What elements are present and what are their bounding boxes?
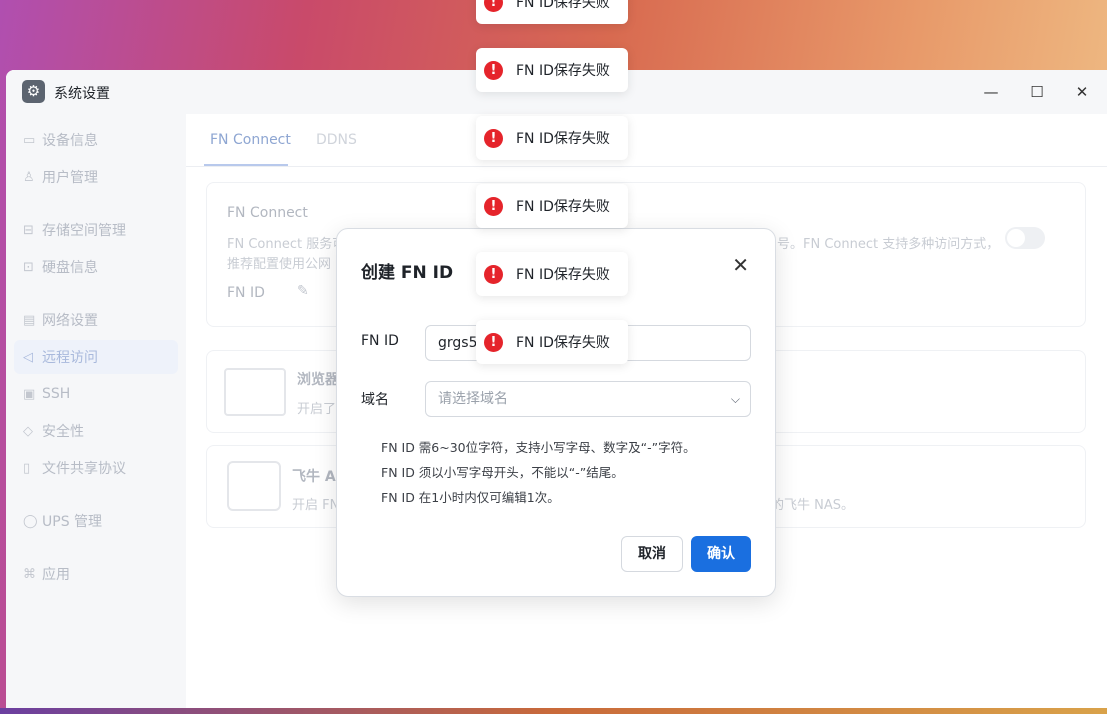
error-icon: ! bbox=[484, 128, 503, 148]
domain-select[interactable]: 请选择域名 ⌵ bbox=[425, 381, 751, 417]
toast-message: FN ID保存失败 bbox=[516, 131, 610, 147]
toast-message: FN ID保存失败 bbox=[516, 267, 610, 283]
error-toast: ! FN ID保存失败 bbox=[476, 320, 628, 364]
error-toast: ! FN ID保存失败 bbox=[476, 48, 628, 92]
error-toast: ! FN ID保存失败 bbox=[476, 252, 628, 296]
error-icon: ! bbox=[484, 196, 503, 216]
modal-layer: 创建 FN ID ✕ FN ID grgs50 域名 请选择域名 ⌵ FN ID… bbox=[0, 0, 1107, 714]
cancel-button[interactable]: 取消 bbox=[621, 536, 683, 572]
hint-format: FN ID 须以小写字母开头，不能以“-”结尾。 bbox=[381, 465, 624, 480]
chevron-down-icon: ⌵ bbox=[730, 392, 740, 406]
confirm-button[interactable]: 确认 bbox=[691, 536, 751, 572]
error-toast: ! FN ID保存失败 bbox=[476, 184, 628, 228]
toast-message: FN ID保存失败 bbox=[516, 0, 610, 11]
error-icon: ! bbox=[484, 60, 503, 80]
hint-frequency: FN ID 在1小时内仅可编辑1次。 bbox=[381, 490, 560, 505]
error-toast: ! FN ID保存失败 bbox=[476, 116, 628, 160]
domain-field-label: 域名 bbox=[361, 392, 389, 408]
hint-length: FN ID 需6~30位字符，支持小写字母、数字及“-”字符。 bbox=[381, 440, 696, 455]
error-icon: ! bbox=[484, 0, 503, 12]
domain-placeholder: 请选择域名 bbox=[438, 391, 508, 407]
dialog-title: 创建 FN ID bbox=[361, 263, 454, 283]
toast-message: FN ID保存失败 bbox=[516, 63, 610, 79]
close-icon[interactable]: ✕ bbox=[732, 255, 749, 275]
error-icon: ! bbox=[484, 332, 503, 352]
fn-id-field-label: FN ID bbox=[361, 333, 399, 349]
error-toast: ! FN ID保存失败 bbox=[476, 0, 628, 24]
error-icon: ! bbox=[484, 264, 503, 284]
toast-message: FN ID保存失败 bbox=[516, 335, 610, 351]
toast-message: FN ID保存失败 bbox=[516, 199, 610, 215]
